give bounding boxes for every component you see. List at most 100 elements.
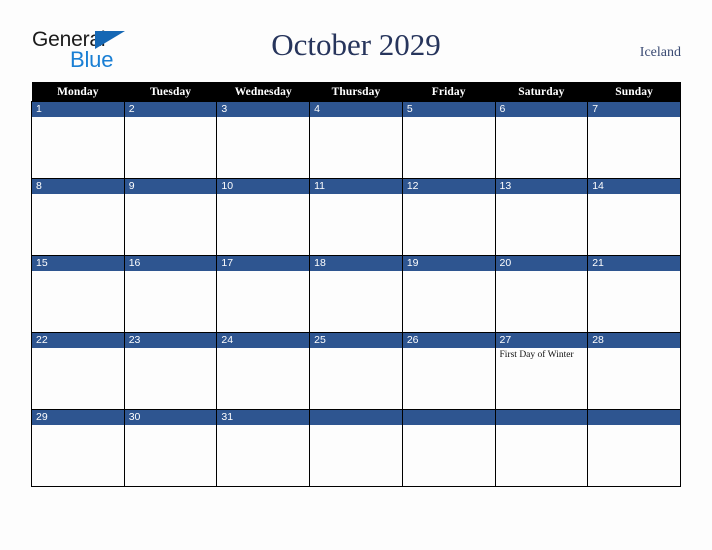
day-events	[125, 194, 217, 195]
day-cell-content: 30	[124, 410, 217, 486]
calendar-day-cell[interactable]: 30	[123, 409, 218, 487]
day-cell-content: 11	[310, 179, 402, 255]
calendar-day-cell[interactable]	[309, 409, 403, 487]
weekday-header-row: Monday Tuesday Wednesday Thursday Friday…	[31, 82, 681, 102]
day-events	[496, 117, 588, 118]
calendar-day-cell[interactable]: 22	[31, 332, 125, 410]
calendar-day-cell[interactable]	[587, 409, 681, 487]
day-number: 22	[32, 333, 124, 348]
calendar-day-cell[interactable]: 25	[309, 332, 403, 410]
calendar-day-cell[interactable]: 6	[494, 101, 589, 179]
day-cell-content: 14	[588, 179, 680, 255]
day-cell-content: 28	[588, 333, 680, 409]
day-events	[125, 271, 217, 272]
day-number: 5	[402, 102, 495, 117]
weekday-header-friday: Friday	[402, 82, 496, 102]
day-number: 24	[217, 333, 310, 348]
calendar-day-cell[interactable]: 26	[401, 332, 496, 410]
day-number	[402, 410, 495, 425]
calendar-day-cell[interactable]	[401, 409, 496, 487]
calendar-day-cell[interactable]: 31	[216, 409, 311, 487]
day-number: 6	[495, 102, 588, 117]
day-cell-content: 7	[588, 102, 680, 178]
day-events	[588, 425, 680, 426]
calendar-day-cell[interactable]: 16	[123, 255, 218, 333]
calendar-day-cell[interactable]: 13	[494, 178, 589, 256]
day-events	[310, 271, 402, 272]
calendar-day-cell[interactable]: 24	[216, 332, 311, 410]
calendar-week-row: 1234567	[31, 101, 681, 179]
calendar-day-cell[interactable]: 7	[587, 101, 681, 179]
calendar-week-row: 22 23 24 25 26 27 First Day of Winter 28	[31, 332, 681, 410]
calendar-day-cell[interactable]: 27 First Day of Winter	[494, 332, 589, 410]
day-number: 30	[124, 410, 217, 425]
calendar-day-cell[interactable]: 1	[31, 101, 125, 179]
day-number: 15	[32, 256, 124, 271]
calendar-day-cell[interactable]: 14	[587, 178, 681, 256]
calendar-day-cell[interactable]: 29	[31, 409, 125, 487]
day-cell-content: 21	[588, 256, 680, 332]
day-events	[496, 425, 588, 426]
calendar-day-cell[interactable]: 23	[123, 332, 218, 410]
calendar-day-cell[interactable]: 19	[401, 255, 496, 333]
calendar-day-cell[interactable]: 12	[401, 178, 496, 256]
calendar-day-cell[interactable]: 17	[216, 255, 311, 333]
day-cell-content: 1	[32, 102, 124, 178]
weekday-header-wednesday: Wednesday	[216, 82, 310, 102]
day-cell-content	[495, 410, 588, 486]
day-events	[403, 425, 495, 426]
day-cell-content: 27 First Day of Winter	[495, 333, 588, 409]
day-events	[32, 117, 124, 118]
day-events	[217, 194, 309, 195]
day-events	[496, 271, 588, 272]
day-number: 27	[495, 333, 588, 348]
calendar-day-cell[interactable]	[494, 409, 589, 487]
day-number: 18	[310, 256, 402, 271]
calendar-day-cell[interactable]: 3	[216, 101, 311, 179]
calendar-day-cell[interactable]: 28	[587, 332, 681, 410]
day-events	[403, 271, 495, 272]
day-events	[217, 425, 309, 426]
calendar-day-cell[interactable]: 10	[216, 178, 311, 256]
calendar-day-cell[interactable]: 15	[31, 255, 125, 333]
day-events	[32, 425, 124, 426]
day-events	[496, 194, 588, 195]
calendar-day-cell[interactable]: 21	[587, 255, 681, 333]
calendar-day-cell[interactable]: 2	[123, 101, 218, 179]
calendar-day-cell[interactable]: 5	[401, 101, 496, 179]
calendar-week-row: 15 16 17 18 19 20 21	[31, 255, 681, 333]
day-number: 4	[310, 102, 402, 117]
calendar-day-cell[interactable]: 20	[494, 255, 589, 333]
calendar-day-cell[interactable]: 11	[309, 178, 403, 256]
day-number: 13	[495, 179, 588, 194]
day-number: 10	[217, 179, 310, 194]
day-number: 11	[310, 179, 402, 194]
day-events	[588, 194, 680, 195]
day-cell-content: 23	[124, 333, 217, 409]
day-cell-content: 3	[217, 102, 310, 178]
day-cell-content: 6	[495, 102, 588, 178]
calendar-day-cell[interactable]: 8	[31, 178, 125, 256]
day-events	[125, 425, 217, 426]
month-calendar-grid: Monday Tuesday Wednesday Thursday Friday…	[31, 82, 681, 487]
day-number: 1	[32, 102, 124, 117]
calendar-day-cell[interactable]: 18	[309, 255, 403, 333]
day-cell-content: 9	[124, 179, 217, 255]
day-number: 3	[217, 102, 310, 117]
day-number: 7	[588, 102, 680, 117]
day-events	[588, 117, 680, 118]
location-label: Iceland	[639, 45, 681, 60]
day-cell-content: 16	[124, 256, 217, 332]
day-number: 17	[217, 256, 310, 271]
weekday-header-saturday: Saturday	[495, 82, 588, 102]
day-events	[217, 271, 309, 272]
day-events	[310, 117, 402, 118]
calendar-day-cell[interactable]: 4	[309, 101, 403, 179]
calendar-week-row: 8 9 10 11 12 13 14	[31, 178, 681, 256]
day-cell-content	[588, 410, 680, 486]
calendar-day-cell[interactable]: 9	[123, 178, 218, 256]
day-events	[310, 348, 402, 349]
day-events	[125, 117, 217, 118]
day-number: 29	[32, 410, 124, 425]
day-cell-content: 12	[402, 179, 495, 255]
